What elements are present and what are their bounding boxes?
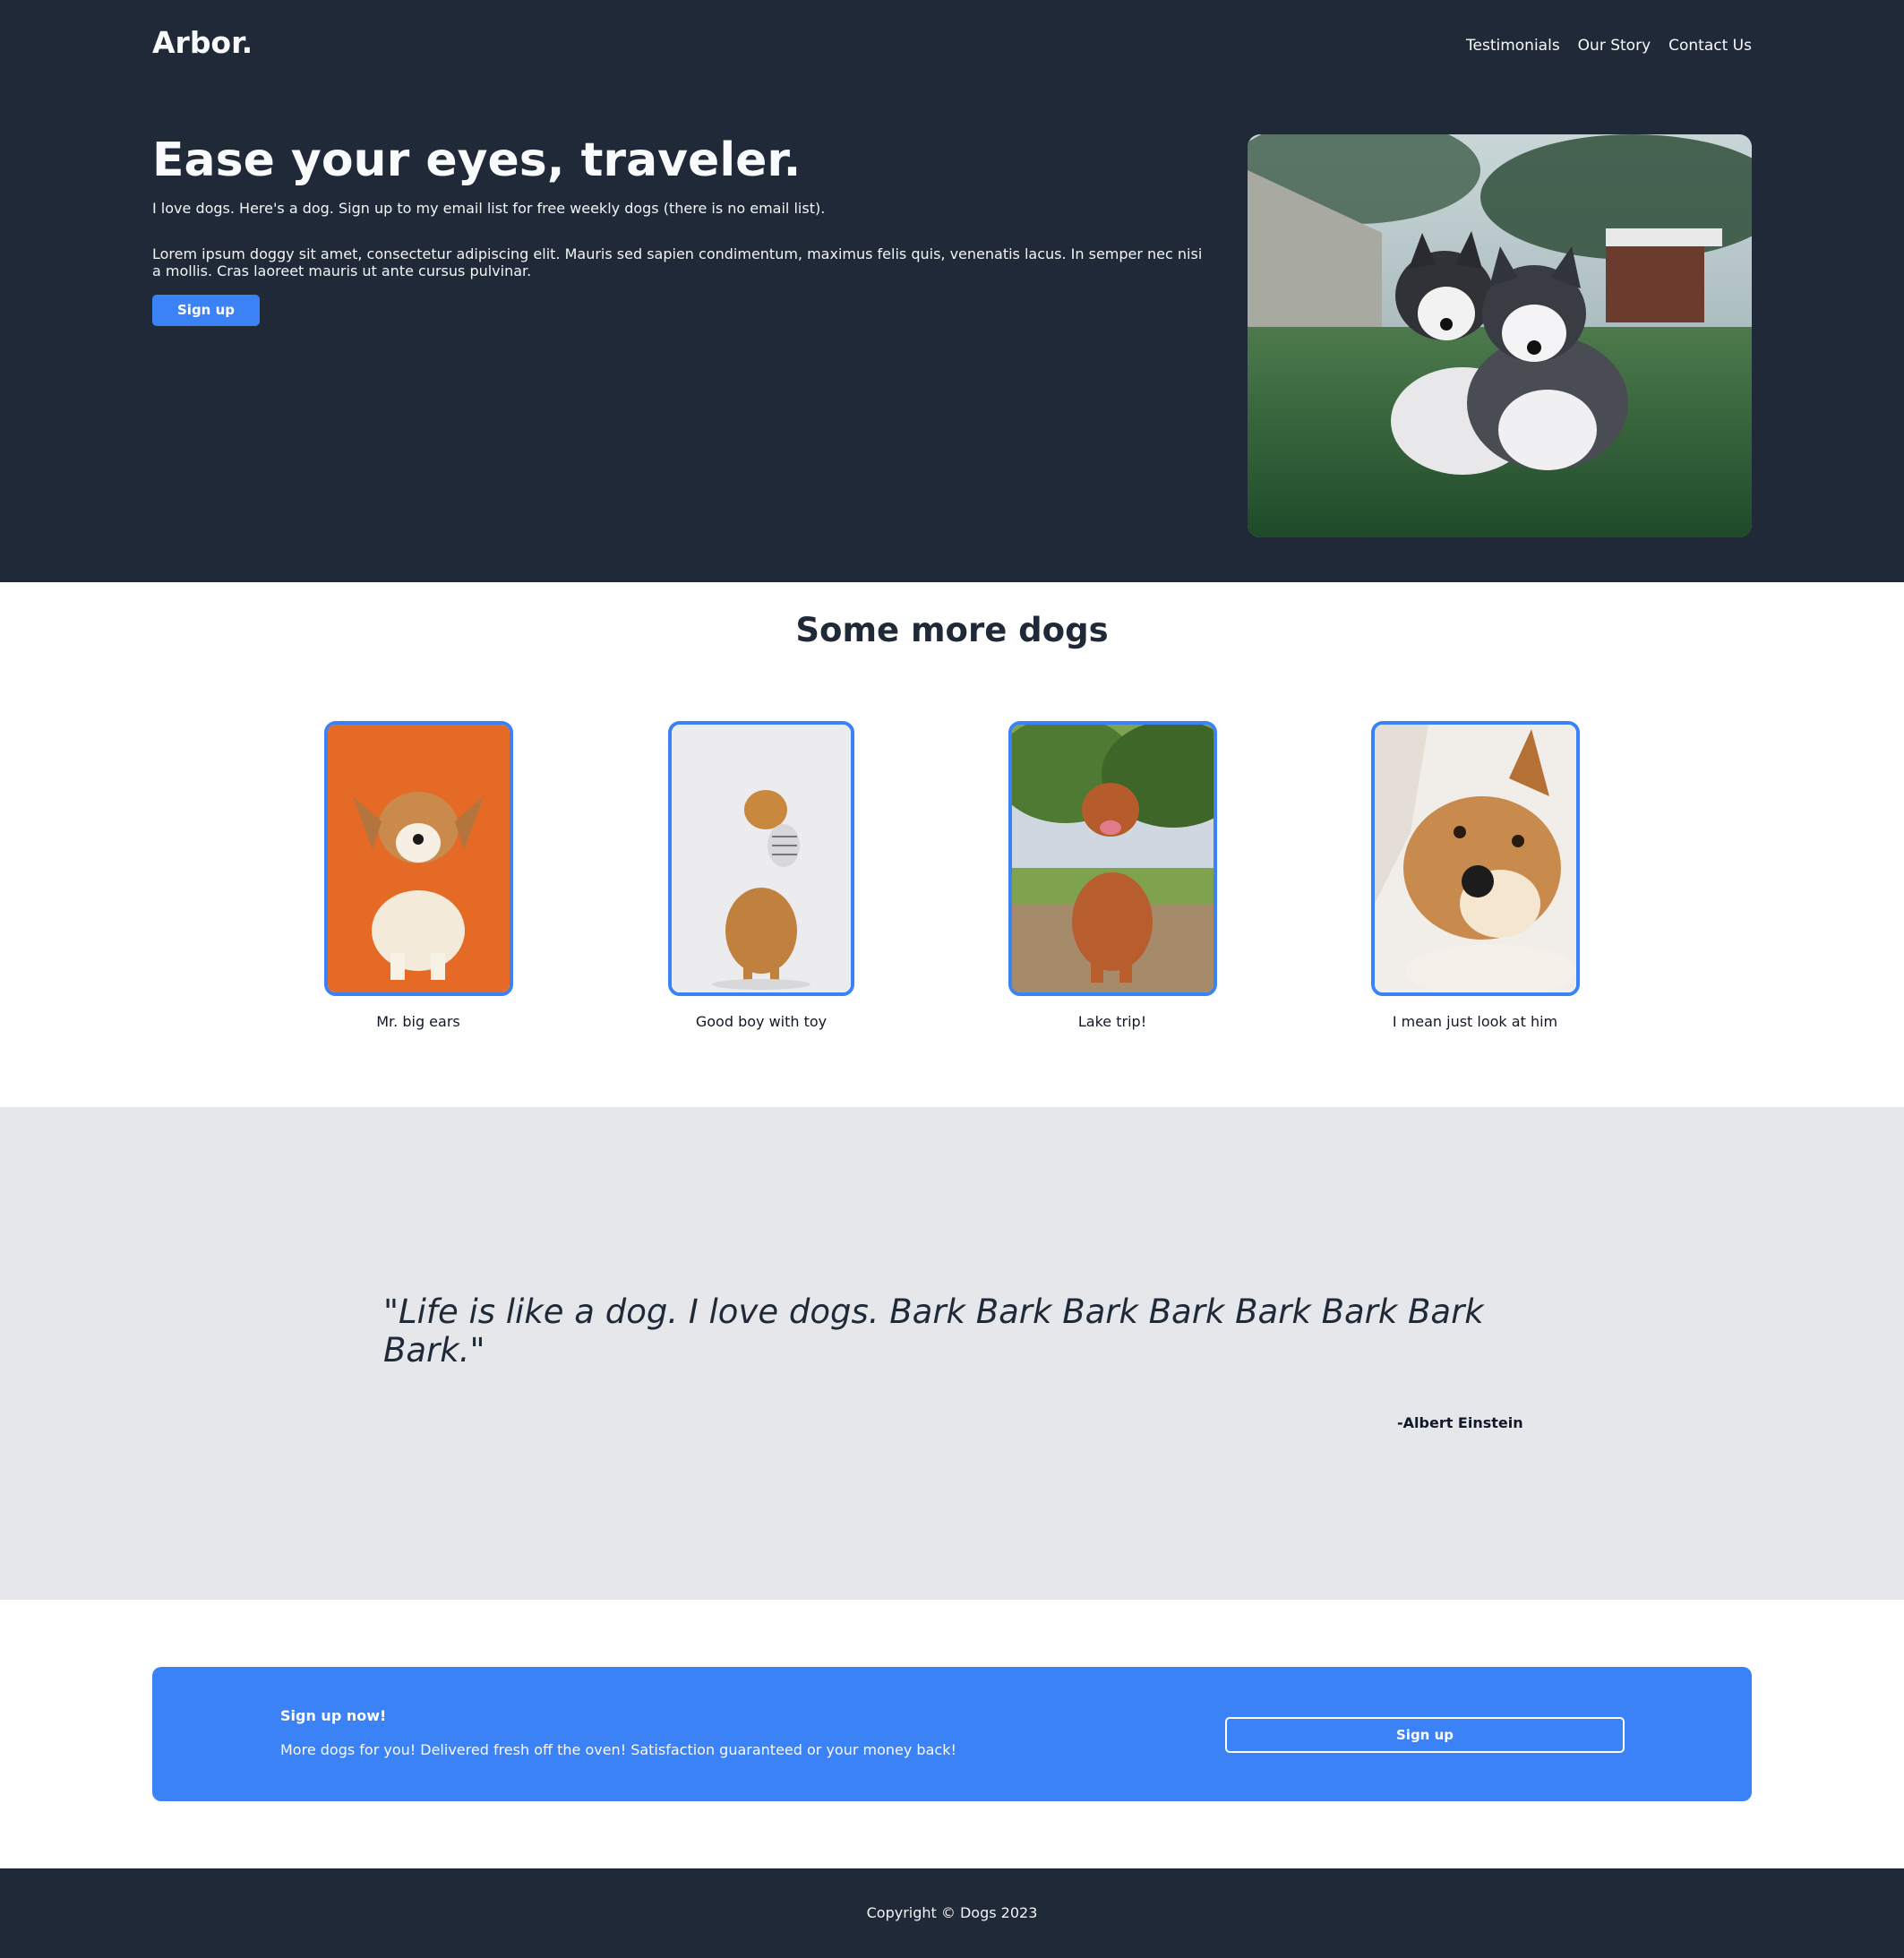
dog-card-lake-trip [1008, 721, 1217, 996]
signup-banner-text: More dogs for you! Delivered fresh off t… [280, 1741, 956, 1758]
hero-body: Lorem ipsum doggy sit amet, consectetur … [152, 245, 1203, 279]
dog-card-big-ears [324, 721, 513, 996]
signup-banner-title: Sign up now! [280, 1707, 387, 1724]
nav-link-testimonials[interactable]: Testimonials [1466, 37, 1560, 55]
hero-section: Arbor. Testimonials Our Story Contact Us… [0, 0, 1904, 582]
logo[interactable]: Arbor. [152, 25, 253, 60]
copyright-text: Copyright © Dogs 2023 [866, 1904, 1038, 1921]
golden-retriever-toy-icon [672, 725, 851, 992]
dog-card-good-boy [668, 721, 854, 996]
hero-lead: I love dogs. Here's a dog. Sign up to my… [152, 200, 826, 217]
footer: Copyright © Dogs 2023 [0, 1868, 1904, 1958]
smiling-dog-icon [1375, 725, 1576, 992]
dog-card-caption: Good boy with toy [695, 1013, 828, 1030]
nav-link-our-story[interactable]: Our Story [1578, 37, 1651, 55]
top-nav: Testimonials Our Story Contact Us [1466, 37, 1752, 55]
nav-link-contact-us[interactable]: Contact Us [1668, 37, 1752, 55]
signup-banner: Sign up now! More dogs for you! Delivere… [152, 1667, 1752, 1801]
hero-signup-button[interactable]: Sign up [152, 295, 260, 326]
dog-card-look-at-him [1371, 721, 1580, 996]
retriever-lake-icon [1012, 725, 1214, 992]
dog-card-caption: Mr. big ears [376, 1013, 460, 1030]
dog-card-caption: Lake trip! [1077, 1013, 1147, 1030]
testimonial-quote: "Life is like a dog. I love dogs. Bark B… [383, 1292, 1484, 1370]
corgi-puppy-icon [328, 725, 510, 992]
hero-title: Ease your eyes, traveler. [152, 133, 802, 187]
husky-puppies-icon [1248, 134, 1752, 537]
dog-card-caption: I mean just look at him [1392, 1013, 1558, 1030]
banner-signup-button[interactable]: Sign up [1225, 1717, 1625, 1753]
testimonial-author: -Albert Einstein [1397, 1414, 1523, 1431]
husky-puppies-image [1248, 134, 1752, 537]
section-title-more-dogs: Some more dogs [795, 611, 1109, 649]
